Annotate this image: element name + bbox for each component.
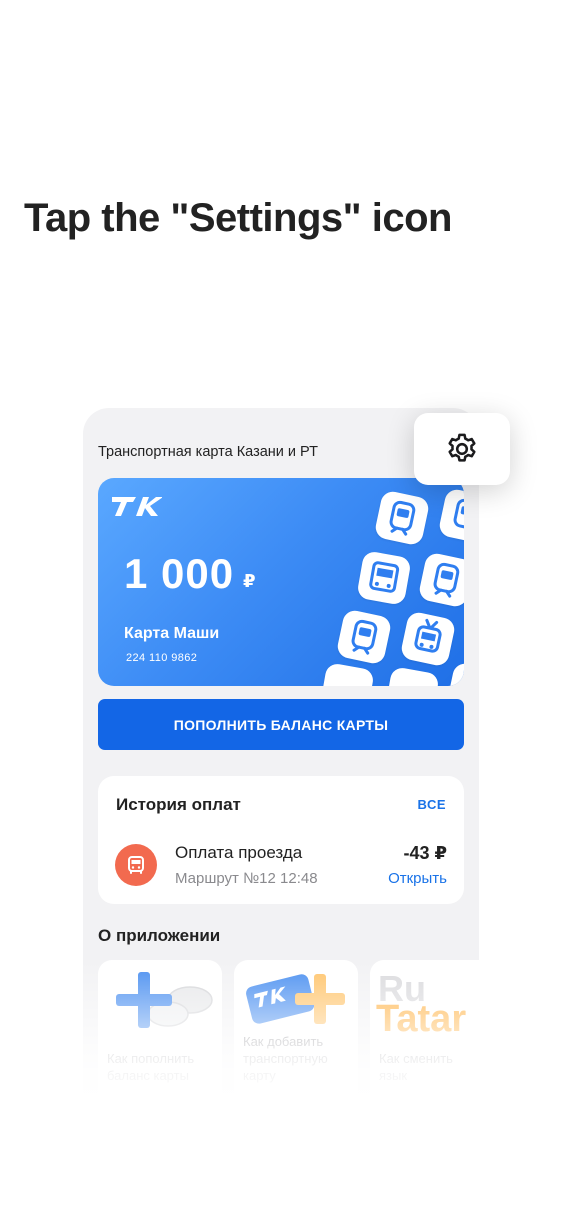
about-caption-line: Как пополнить [107, 1051, 195, 1066]
card-currency: ₽ [243, 571, 256, 591]
transport-card[interactable]: 1 000 ₽ Карта Маши 224 110 9862 [98, 478, 464, 686]
about-card-topup[interactable]: Как пополнить баланс карты [98, 960, 222, 1100]
about-card-add-card[interactable]: Как добавить транспортную карту [234, 960, 358, 1100]
about-caption-line: карту [243, 1068, 276, 1083]
card-balance: 1 000 [124, 550, 235, 597]
tram-icon [437, 487, 464, 545]
about-caption-line: баланс карты [107, 1068, 189, 1083]
tram-icon [445, 661, 464, 686]
tram-icon [373, 489, 431, 547]
about-caption-line: язык [379, 1068, 408, 1083]
bus-icon [356, 550, 412, 606]
gear-icon [448, 433, 476, 462]
payment-history-card: История оплат ВСЕ Оплата проезда Маршрут… [98, 776, 464, 904]
about-caption-line: Как добавить [243, 1034, 324, 1049]
history-title: История оплат [116, 795, 241, 814]
payment-title: Оплата проезда [175, 843, 303, 862]
settings-button[interactable] [414, 413, 510, 485]
tram-icon [335, 608, 393, 666]
card-section-title: Транспортная карта Казани и РТ [98, 444, 318, 460]
topup-balance-button[interactable]: ПОПОЛНИТЬ БАЛАНС КАРТЫ [98, 699, 464, 750]
card-number: 224 110 9862 [126, 652, 198, 664]
history-all-link[interactable]: ВСЕ [418, 797, 446, 812]
instruction-title: Tap the "Settings" icon [24, 196, 452, 240]
tk-logo [112, 497, 162, 516]
bus-icon [319, 662, 375, 686]
tram-icon [417, 551, 464, 609]
bus-icon [384, 666, 440, 686]
payment-amount: -43 ₽ [403, 843, 447, 863]
language-art-tatar: Tatar [376, 998, 467, 1040]
payment-route: Маршрут №12 12:48 [175, 870, 318, 887]
about-card-language[interactable]: Ru Tatar Как сменить язык [370, 960, 479, 1100]
payment-open-link[interactable]: Открыть [388, 870, 447, 887]
about-title: О приложении [98, 926, 221, 945]
add-card-illustration [246, 974, 345, 1024]
app-screen: Транспортная карта Казани и РТ 1 000 ₽ К… [83, 408, 479, 1100]
about-caption-line: Как сменить [379, 1051, 453, 1066]
about-caption-line: транспортную [243, 1051, 328, 1066]
bus-icon [115, 844, 157, 886]
card-name: Карта Маши [124, 625, 220, 642]
trolleybus-icon [399, 610, 457, 668]
topup-illustration [116, 972, 213, 1028]
